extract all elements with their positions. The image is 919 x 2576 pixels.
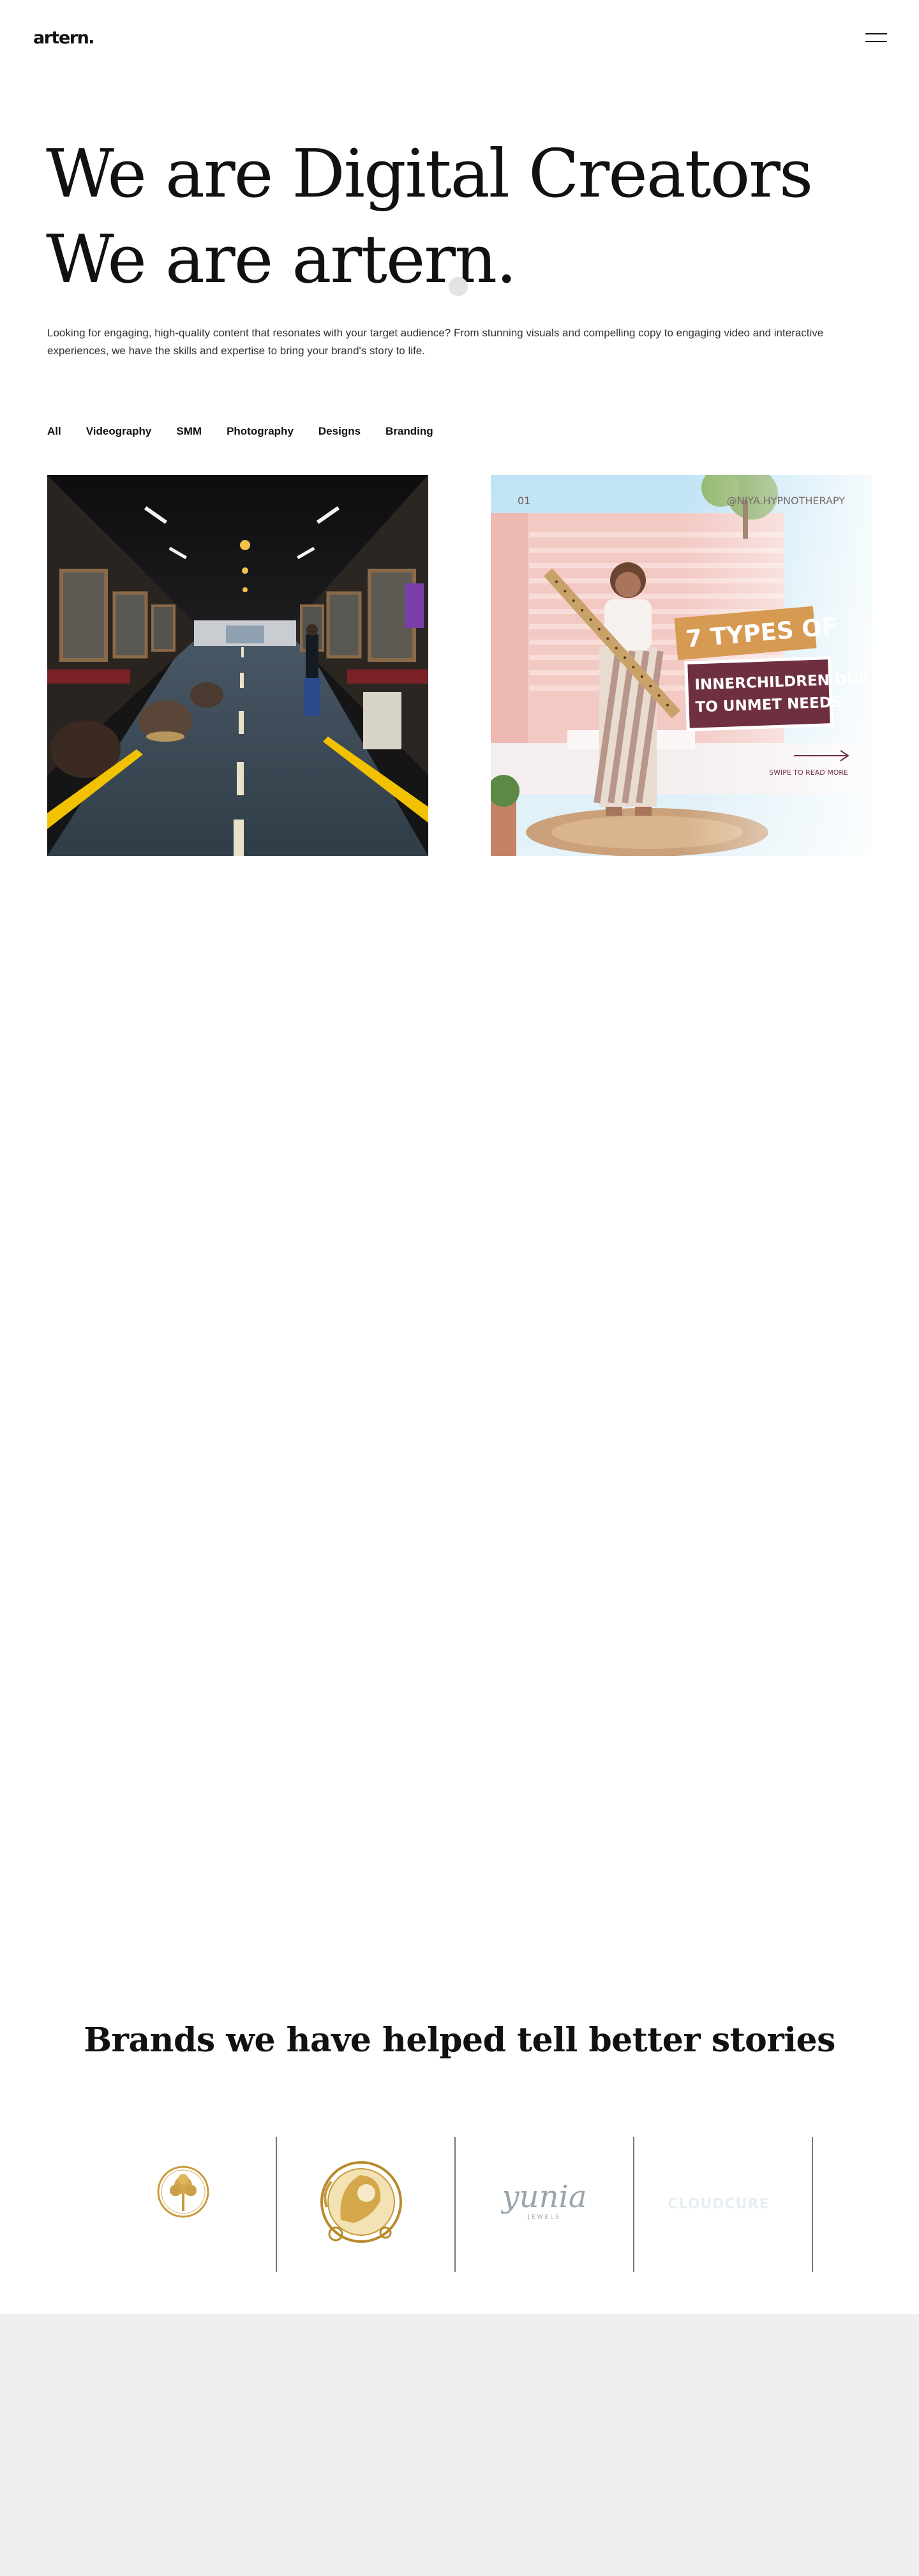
hamburger-menu-icon[interactable] [865,29,887,45]
portfolio-filter-tabs: All Videography SMM Photography Designs … [47,425,458,438]
filter-all[interactable]: All [47,425,61,438]
filter-designs[interactable]: Designs [318,425,361,438]
hero-title-line-1: We are Digital Creators [46,135,813,213]
faint-wordmark-logo: CLOUDCURE [634,2137,813,2272]
menu-line-top [865,33,887,34]
filter-branding[interactable]: Branding [385,425,433,438]
filter-photography[interactable]: Photography [227,425,294,438]
portfolio-item-barbershop[interactable] [47,475,428,856]
hero-title: We are Digital Creators We are artern. [46,131,813,302]
hero-description: Looking for engaging, high-quality conte… [47,327,824,357]
gold-ornate-portrait-logo [277,2137,456,2272]
social-post-graphic: 01 @NIYA.HYPNOTHERAPY 7 TYPES OF INNERCH… [491,475,872,856]
portfolio-item-hypnotherapy-post[interactable]: 01 @NIYA.HYPNOTHERAPY 7 TYPES OF INNERCH… [491,475,872,856]
barbershop-interior-photo [47,475,428,856]
post-swipe-text: SWIPE TO READ MORE [769,768,848,777]
filter-videography[interactable]: Videography [86,425,152,438]
brand-divider [812,2137,813,2272]
cloudcure-wordmark: CLOUDCURE [668,2196,769,2212]
custom-cursor-dot [449,277,468,296]
post-handle: @NIYA.HYPNOTHERAPY [727,495,846,507]
gold-tree-emblem-logo [98,2137,277,2272]
filter-smm[interactable]: SMM [176,425,202,438]
footer-band [0,2314,919,2576]
artern-logo[interactable]: artern. [33,28,95,48]
yunia-subtext: JEWELS [527,2214,561,2220]
script-wordmark-logo: yunia JEWELS [456,2137,634,2272]
menu-line-bottom [865,41,887,42]
hero-title-line-2: We are artern. [46,220,517,298]
brands-section-title: Brands we have helped tell better storie… [84,2021,835,2060]
post-number: 01 [518,495,530,507]
site-header: artern. [0,0,919,77]
yunia-wordmark: yunia [501,2179,587,2215]
